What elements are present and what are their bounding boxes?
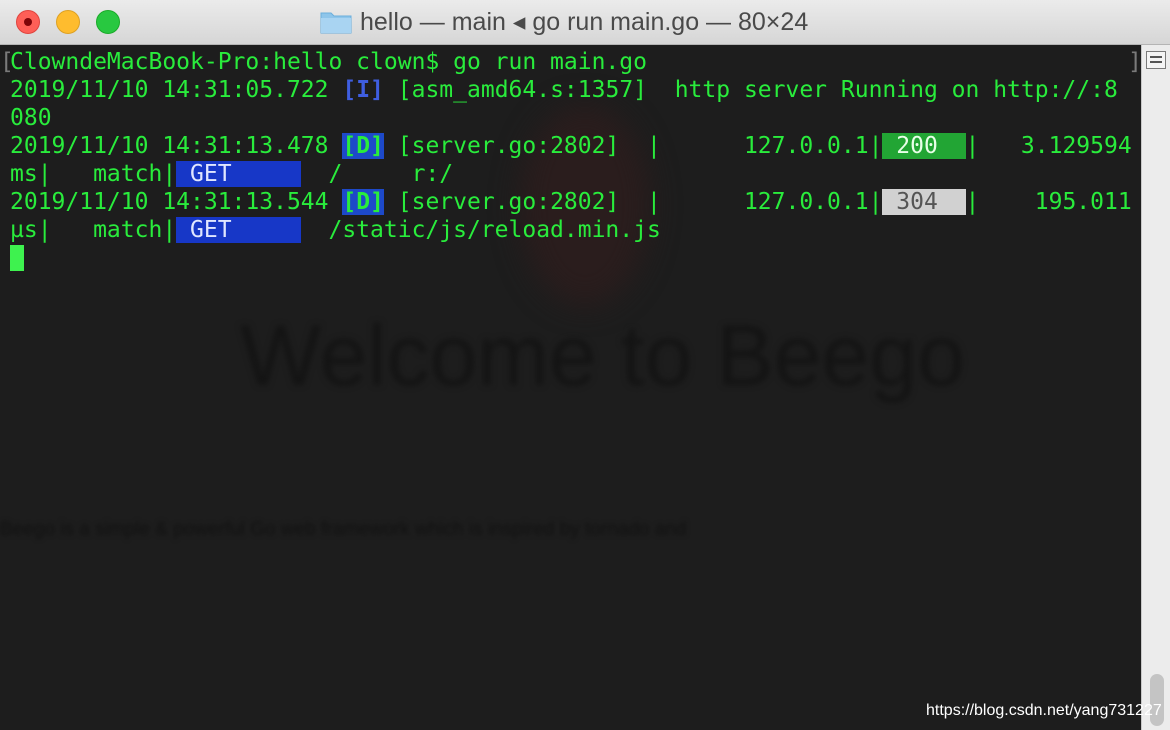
terminal-content[interactable]: Welcome to Beego Beego is a simple & pow… <box>0 45 1141 730</box>
prompt-line: ClowndeMacBook-Pro:hello clown$ go run m… <box>10 48 647 76</box>
log-timestamp: 2019/11/10 14:31:13.478 <box>10 133 329 159</box>
log-source: [server.go:2802] <box>397 189 620 215</box>
window-title-text: hello — main ◂ go run main.go — 80×24 <box>360 8 809 36</box>
log-timestamp: 2019/11/10 14:31:13.544 <box>10 189 329 215</box>
log-line-info: 2019/11/10 14:31:05.722 [I] [asm_amd64.s… <box>10 76 1118 104</box>
log-path: /static/js/reload.min.js <box>300 217 661 243</box>
zoom-button[interactable] <box>96 10 120 34</box>
minimize-button[interactable] <box>56 10 80 34</box>
split-pane-icon-line <box>1150 61 1162 63</box>
title-bar[interactable]: hello — main ◂ go run main.go — 80×24 <box>0 0 1170 45</box>
mark-bracket-right: ] <box>1128 49 1141 75</box>
background-page-body: Beego is a simple & powerful Go web fram… <box>0 519 687 540</box>
log-path: / r:/ <box>300 161 454 187</box>
log-level-badge: [I] <box>342 77 384 103</box>
log-timestamp: 2019/11/10 14:31:05.722 <box>10 77 329 103</box>
background-page-heading: Welcome to Beego <box>240 308 966 404</box>
split-pane-button[interactable] <box>1146 51 1166 69</box>
log-latency: | 195.011 <box>965 189 1132 215</box>
method-badge-get: GET <box>176 161 301 187</box>
log-match: µs| match| <box>10 217 177 243</box>
watermark-text: https://blog.csdn.net/yang731227 <box>926 702 1162 719</box>
log-line-request-2-wrap: µs| match| GET /static/js/reload.min.js <box>10 216 661 244</box>
log-latency: | 3.129594 <box>965 133 1132 159</box>
log-line-request-1: 2019/11/10 14:31:13.478 [D] [server.go:2… <box>10 132 1132 160</box>
log-line-request-1-wrap: ms| match| GET / r:/ <box>10 160 453 188</box>
log-client-ip: | 127.0.0.1| <box>619 133 883 159</box>
log-match: ms| match| <box>10 161 177 187</box>
log-message-wrap: 080 <box>10 105 52 131</box>
terminal-window: hello — main ◂ go run main.go — 80×24 We… <box>0 0 1170 730</box>
vertical-scrollbar[interactable] <box>1141 45 1170 730</box>
log-message: http server Running on http://:8 <box>647 77 1118 103</box>
window-title: hello — main ◂ go run main.go — 80×24 <box>320 8 808 36</box>
prompt-text: ClowndeMacBook-Pro:hello clown$ go run m… <box>10 49 647 75</box>
terminal-cursor <box>10 245 24 271</box>
split-pane-icon <box>1150 56 1162 58</box>
log-level-badge: [D] <box>342 189 384 215</box>
log-client-ip: | 127.0.0.1| <box>619 189 883 215</box>
status-badge-304: 304 <box>882 189 966 215</box>
folder-icon <box>320 10 352 34</box>
log-source: [asm_amd64.s:1357] <box>397 77 648 103</box>
method-badge-get: GET <box>176 217 301 243</box>
close-button[interactable] <box>16 10 40 34</box>
log-source: [server.go:2802] <box>397 133 620 159</box>
status-badge-200: 200 <box>882 133 966 159</box>
log-line-info-wrap: 080 <box>10 104 52 132</box>
close-icon <box>24 18 32 26</box>
log-level-badge: [D] <box>342 133 384 159</box>
log-line-request-2: 2019/11/10 14:31:13.544 [D] [server.go:2… <box>10 188 1132 216</box>
